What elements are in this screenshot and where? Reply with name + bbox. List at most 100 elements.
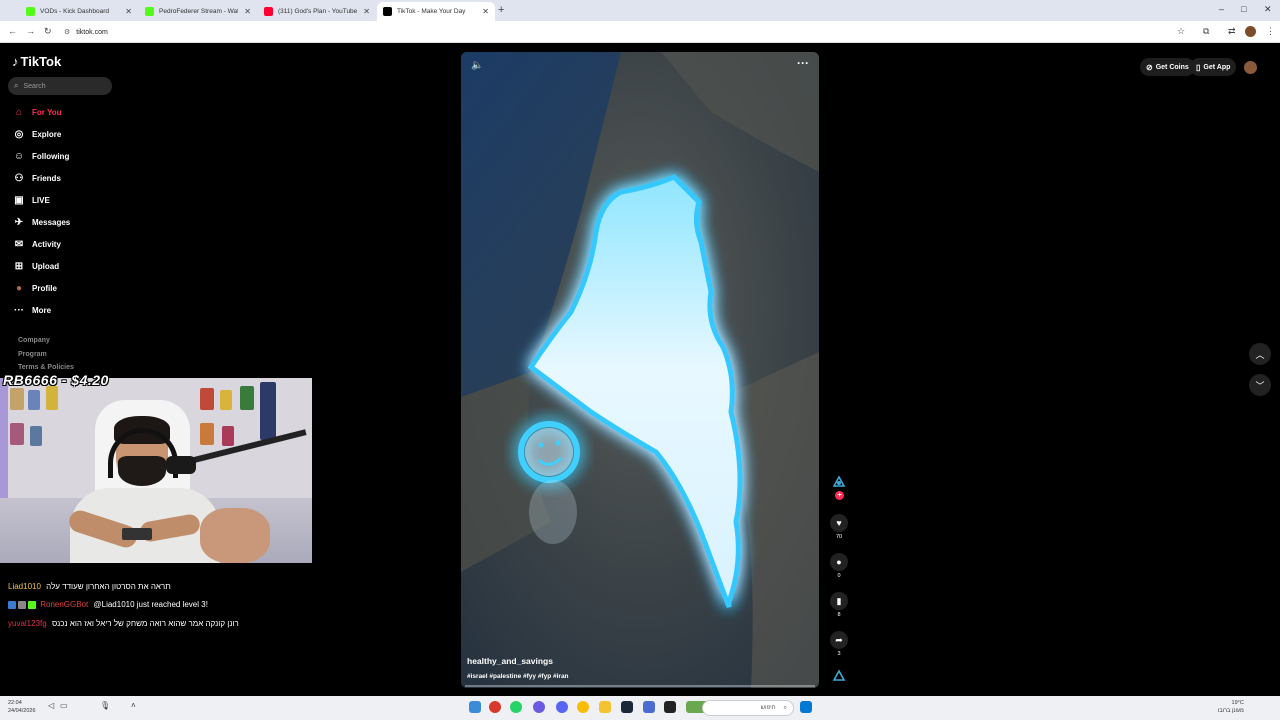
- video-more-options-icon[interactable]: ···: [797, 56, 809, 70]
- app-icon[interactable]: [664, 701, 676, 713]
- app-icon[interactable]: [489, 701, 501, 713]
- back-icon[interactable]: ←: [8, 26, 17, 36]
- next-video-button[interactable]: ﹀: [1249, 374, 1271, 396]
- close-tab-icon[interactable]: ✕: [363, 7, 370, 16]
- tab-search-icon[interactable]: ⇄: [1228, 26, 1236, 37]
- new-tab-button[interactable]: +: [498, 4, 504, 16]
- footer-link-terms[interactable]: Terms & Policies: [18, 364, 74, 371]
- previous-video-button[interactable]: ︿: [1249, 343, 1271, 365]
- chrome-icon[interactable]: [577, 701, 589, 713]
- bookmark-star-icon[interactable]: ☆: [1177, 26, 1185, 37]
- chat-username: Liad1010: [8, 582, 41, 591]
- close-tab-icon[interactable]: ✕: [482, 7, 489, 16]
- footer-link-company[interactable]: Company: [18, 337, 50, 344]
- chat-message: Liad1010 תראה את הסרטון האחרון שעודד עלה: [8, 582, 171, 591]
- maximize-button[interactable]: □: [1241, 4, 1246, 14]
- speaker-icon[interactable]: ◁: [48, 701, 54, 710]
- browser-profile-avatar[interactable]: [1245, 26, 1256, 37]
- sidebar-item-upload[interactable]: ⊞ Upload: [12, 259, 59, 273]
- video-player[interactable]: 🔈 ··· healthy_and_savings #israel #pales…: [461, 52, 819, 688]
- mic-icon[interactable]: 🎙: [100, 701, 110, 710]
- comment-action[interactable]: ● 0: [830, 553, 848, 579]
- video-progress-bar[interactable]: [465, 685, 815, 687]
- sidebar-item-friends[interactable]: ⚇ Friends: [12, 171, 61, 185]
- home-icon: ⌂: [15, 106, 23, 118]
- get-coins-button[interactable]: ⊘ Get Coins: [1140, 58, 1195, 76]
- sidebar-item-for-you[interactable]: ⌂ For You: [12, 105, 62, 119]
- get-coins-label: Get Coins: [1155, 63, 1189, 71]
- music-disc-icon[interactable]: [831, 668, 847, 684]
- app-icon[interactable]: [643, 701, 655, 713]
- search-input[interactable]: ⌕ Search: [8, 77, 112, 95]
- sidebar-item-following[interactable]: ☺ Following: [12, 149, 69, 163]
- tiktok-logo[interactable]: ♪ TikTok: [12, 54, 61, 69]
- extensions-icon[interactable]: ⧉: [1203, 26, 1209, 37]
- browser-tab-kick-vods[interactable]: VODs - Kick Dashboard ✕: [20, 2, 138, 21]
- comment-icon[interactable]: ●: [830, 553, 848, 571]
- upload-icon: ⊞: [14, 260, 24, 272]
- close-window-button[interactable]: ✕: [1264, 4, 1272, 15]
- kick-favicon-icon: [145, 7, 154, 16]
- coin-icon: ⊘: [1146, 62, 1153, 72]
- windows-start-icon[interactable]: [800, 701, 812, 713]
- whatsapp-icon[interactable]: [510, 701, 522, 713]
- chat-message: RonenGGBot @Liad1010 just reached level …: [8, 600, 208, 609]
- volume-icon[interactable]: 🔈: [471, 60, 483, 71]
- footer-link-program[interactable]: Program: [18, 351, 47, 358]
- activity-icon: ✉: [14, 238, 24, 250]
- video-author[interactable]: healthy_and_savings: [467, 656, 553, 666]
- share-action[interactable]: ➦ 3: [830, 631, 848, 657]
- clock-time: 22:04: [8, 700, 22, 706]
- browser-tab-youtube[interactable]: (311) God's Plan - YouTube ✕: [258, 2, 376, 21]
- creator-avatar[interactable]: [831, 474, 847, 490]
- network-icon[interactable]: ▭: [60, 701, 68, 710]
- sidebar-item-explore[interactable]: ◎ Explore: [12, 127, 62, 141]
- task-view-icon[interactable]: [469, 701, 481, 713]
- friends-icon: ⚇: [14, 172, 24, 184]
- share-icon[interactable]: ➦: [830, 631, 848, 649]
- chevron-up-icon[interactable]: ˄: [131, 701, 136, 710]
- browser-tab-tiktok[interactable]: TikTok - Make Your Day ✕: [377, 2, 495, 21]
- chevron-up-icon: ︿: [1255, 349, 1265, 360]
- chat-username: yuval123fg: [8, 619, 47, 628]
- follow-plus-button[interactable]: +: [835, 491, 844, 500]
- taskbar-search-input[interactable]: חיפוש ⌕: [702, 700, 794, 716]
- tiktok-favicon-icon: [383, 7, 392, 16]
- close-tab-icon[interactable]: ✕: [244, 7, 251, 16]
- sidebar-item-activity[interactable]: ✉ Activity: [12, 237, 61, 251]
- streamer-webcam: [0, 378, 312, 563]
- site-info-icon[interactable]: ⚙: [64, 28, 70, 36]
- browser-menu-icon[interactable]: ⋮: [1266, 26, 1275, 37]
- video-hashtags[interactable]: #israel #palestine #fyy #fyp #iran: [467, 673, 569, 680]
- phone-icon: ▯: [1196, 62, 1201, 72]
- browser-tab-kick-stream[interactable]: PedroFederer Stream - Watch Live ✕: [139, 2, 257, 21]
- sidebar-item-label: Friends: [32, 173, 61, 183]
- url-field[interactable]: ⚙ tiktok.com: [64, 25, 108, 39]
- profile-icon: ●: [15, 282, 23, 294]
- tiktok-page: ♪ TikTok ⌕ Search ⌂ For You ◎ Explore ☺ …: [0, 44, 1280, 696]
- bookmark-icon[interactable]: ▮: [830, 592, 848, 610]
- app-icon[interactable]: [533, 701, 545, 713]
- minimize-button[interactable]: –: [1219, 4, 1224, 14]
- forward-icon[interactable]: →: [26, 26, 35, 36]
- sidebar-item-messages[interactable]: ✈ Messages: [12, 215, 70, 229]
- steam-icon[interactable]: [621, 701, 633, 713]
- user-avatar[interactable]: [1244, 61, 1257, 74]
- heart-icon[interactable]: ♥: [830, 514, 848, 532]
- chat-message: yuval123fg רונן קונקה אמר שהוא רואה משחק…: [8, 619, 239, 628]
- sidebar-item-live[interactable]: ▣ LIVE: [12, 193, 50, 207]
- sidebar-item-more[interactable]: ··· More: [12, 303, 51, 317]
- live-icon: ▣: [14, 194, 24, 206]
- url-text: tiktok.com: [76, 28, 108, 36]
- save-action[interactable]: ▮ 8: [830, 592, 848, 618]
- taskbar-clock[interactable]: 22:04 24/04/2026: [8, 699, 36, 715]
- discord-icon[interactable]: [556, 701, 568, 713]
- like-action[interactable]: ♥ 70: [830, 514, 848, 540]
- close-tab-icon[interactable]: ✕: [125, 7, 132, 16]
- file-explorer-icon[interactable]: [599, 701, 611, 713]
- reload-icon[interactable]: ↻: [44, 26, 52, 37]
- sidebar-item-profile[interactable]: ● Profile: [12, 281, 57, 295]
- weather-widget[interactable]: 19°C מעונן ברובו: [1218, 699, 1244, 715]
- chat-badge-icon: [8, 600, 16, 609]
- get-app-button[interactable]: ▯ Get App: [1190, 58, 1237, 76]
